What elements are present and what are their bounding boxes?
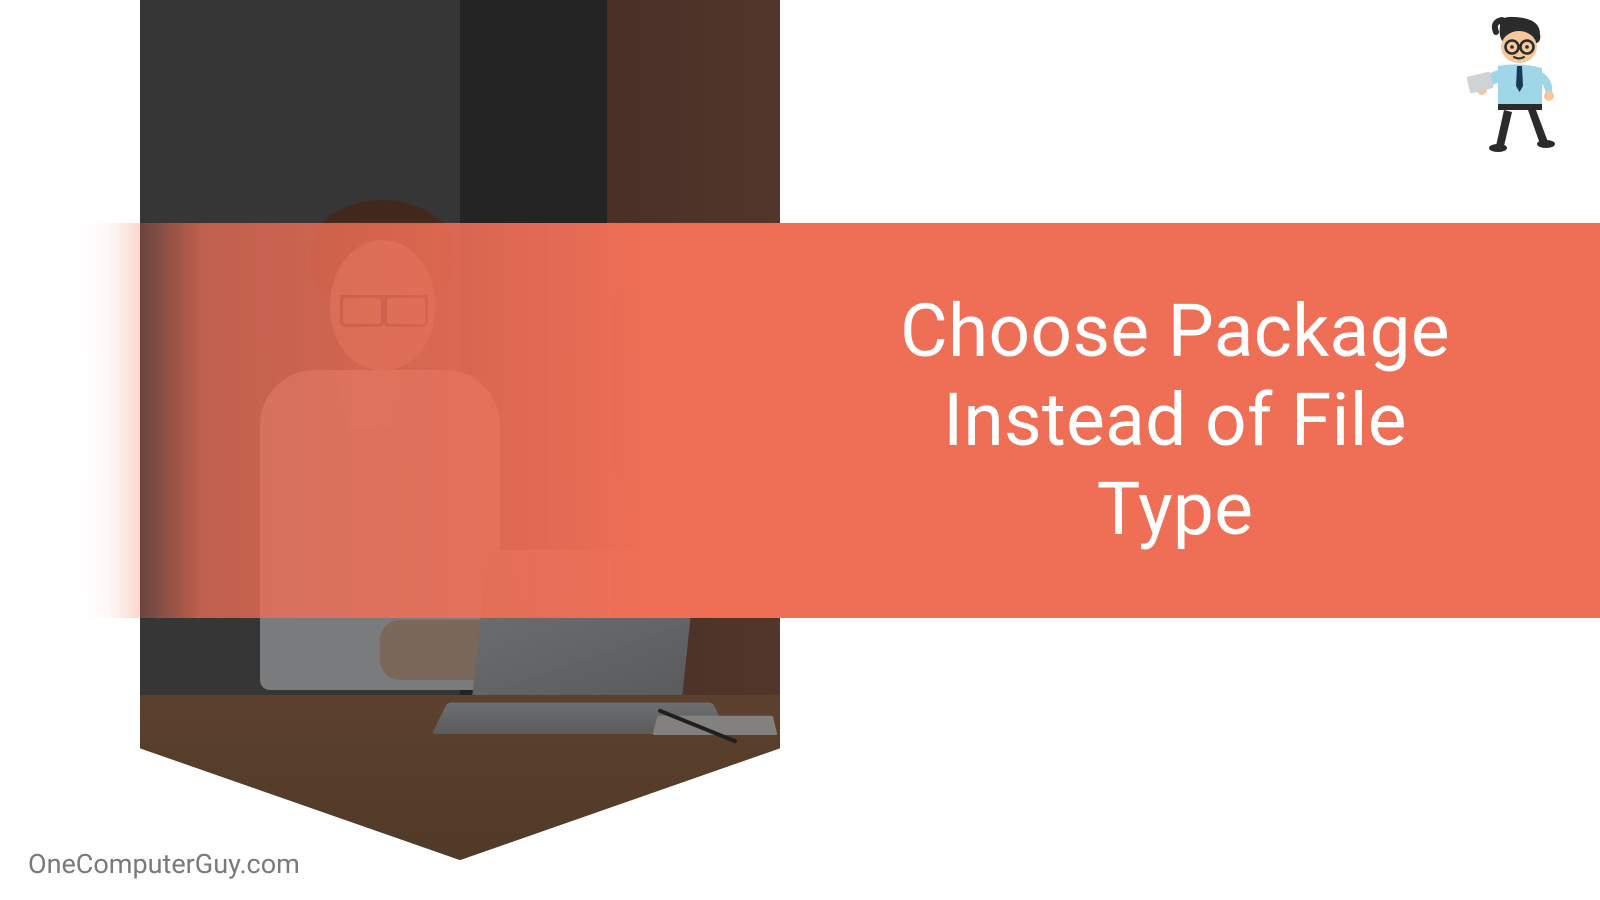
site-credit: OneComputerGuy.com — [28, 848, 300, 880]
slide-title: Choose Package Instead of File Type — [865, 287, 1485, 554]
title-banner: Choose Package Instead of File Type — [80, 223, 1600, 618]
computer-guy-mascot-icon — [1462, 14, 1572, 154]
